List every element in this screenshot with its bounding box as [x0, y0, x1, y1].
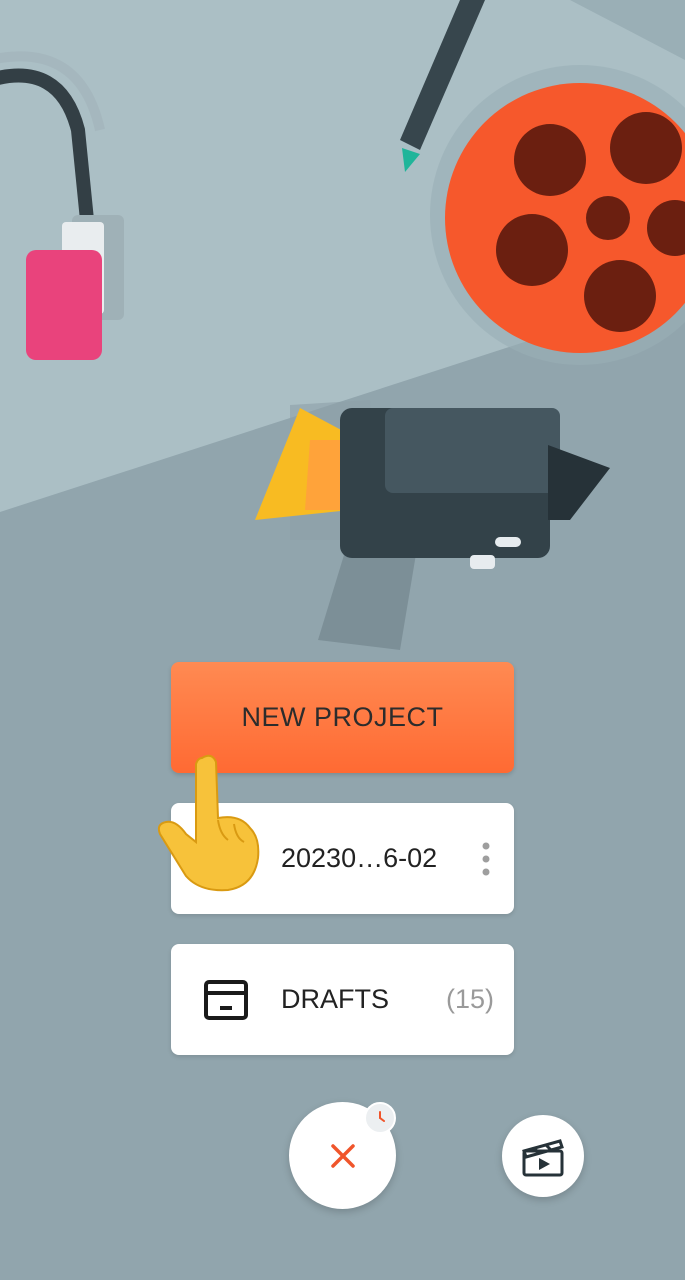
clock-icon [370, 1108, 390, 1128]
background-illustration [0, 0, 685, 650]
clapperboard-icon [522, 1139, 564, 1177]
new-project-label: NEW PROJECT [241, 702, 444, 732]
movie-camera-icon [255, 400, 610, 650]
archive-box-icon [204, 980, 248, 1020]
more-vertical-icon[interactable] [476, 839, 496, 879]
pointing-hand-icon [157, 754, 260, 892]
drafts-button[interactable]: DRAFTS (15) [171, 944, 514, 1055]
clock-badge [364, 1102, 396, 1134]
drafts-label: DRAFTS [281, 984, 389, 1014]
video-gallery-button[interactable] [502, 1115, 584, 1197]
recent-project-name: 20230…6-02 [281, 843, 438, 873]
drafts-count: (15) [445, 984, 494, 1014]
close-icon [330, 1143, 355, 1168]
